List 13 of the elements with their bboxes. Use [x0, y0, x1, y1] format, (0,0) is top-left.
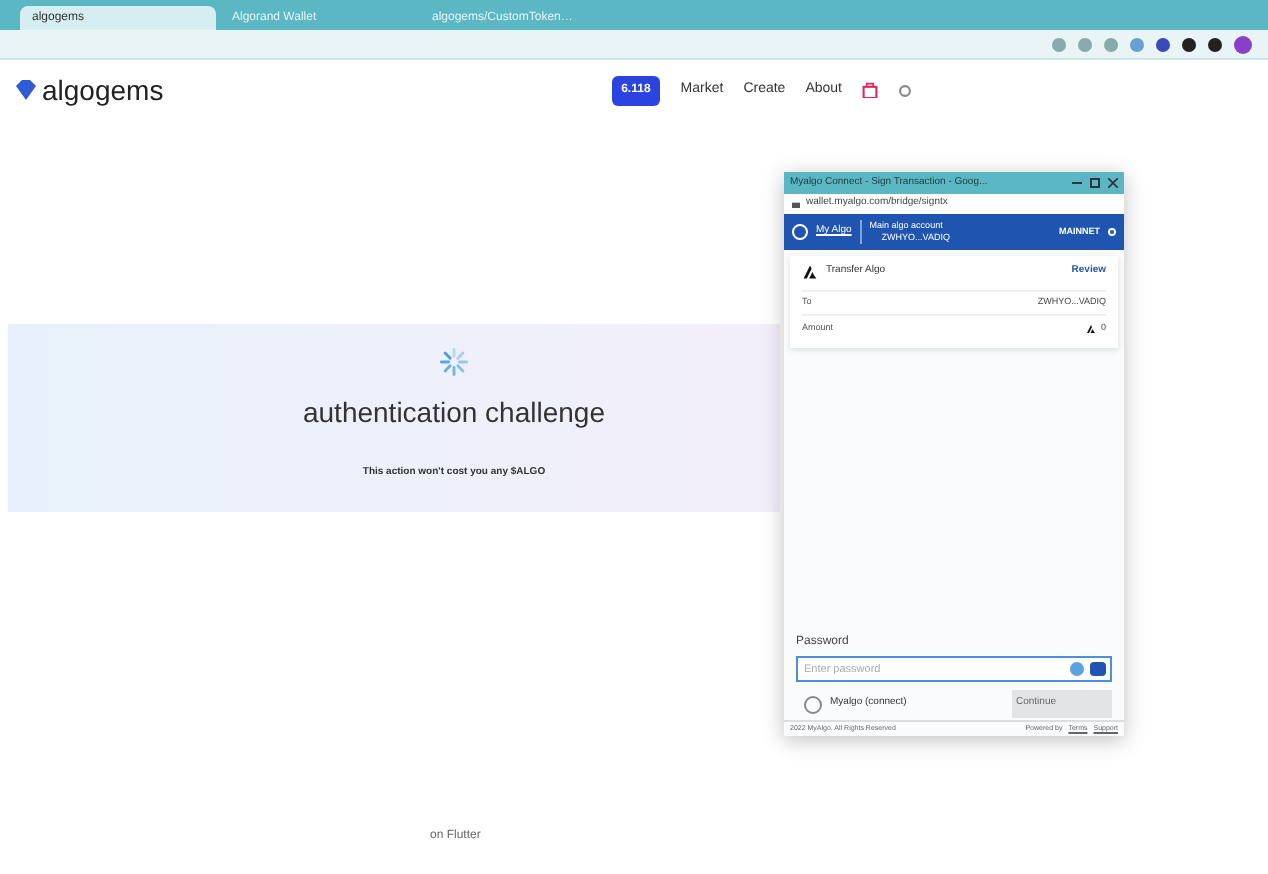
wallet-logo-icon — [792, 224, 808, 240]
profile-avatar[interactable] — [1234, 35, 1252, 53]
site-logo[interactable]: algogems — [42, 69, 164, 111]
challenge-title: authentication challenge — [302, 394, 605, 432]
maximize-icon[interactable] — [1090, 178, 1100, 188]
algo-logo-icon — [1086, 323, 1097, 333]
gem-icon — [16, 80, 36, 100]
close-icon[interactable] — [1108, 178, 1118, 188]
connector-icon — [804, 695, 822, 713]
algo-logo-icon — [802, 264, 818, 280]
bag-icon[interactable] — [862, 82, 878, 98]
network-icon — [1108, 228, 1116, 236]
loading-spinner-icon — [436, 344, 472, 380]
